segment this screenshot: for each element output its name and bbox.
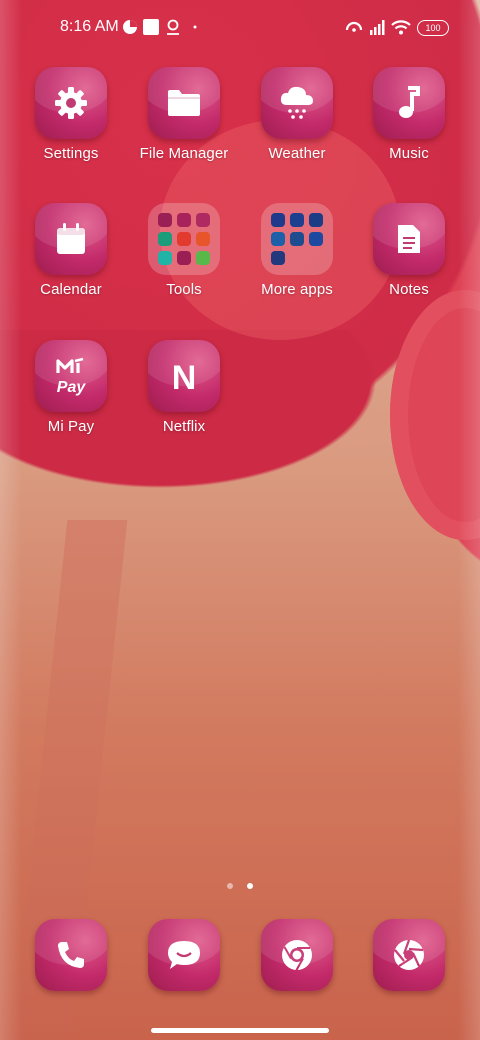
phone-icon (58, 942, 84, 968)
more-dot-icon (193, 25, 197, 29)
tools-folder-preview[interactable] (148, 203, 220, 275)
svg-text:N: N (172, 359, 197, 394)
calendar-tile[interactable] (35, 203, 107, 275)
app-label: Weather (268, 145, 326, 162)
chrome-tile[interactable] (261, 919, 333, 991)
settings-tile[interactable] (35, 67, 107, 139)
screen-recorder-mini-icon (196, 232, 210, 246)
signal-icon (370, 20, 385, 35)
netflix-tile[interactable]: N (148, 340, 220, 412)
dock-chrome[interactable] (242, 919, 352, 991)
app-notes[interactable]: Notes (354, 203, 464, 298)
app-label: Netflix (162, 418, 206, 435)
dock-messages[interactable] (129, 919, 239, 991)
document-icon (398, 225, 420, 253)
calculator-mini-icon (177, 213, 191, 227)
app-netflix[interactable]: N Netflix (129, 340, 239, 435)
more-apps-folder-preview[interactable] (261, 203, 333, 275)
page-dot-active[interactable] (247, 883, 254, 889)
app-label: Notes (389, 281, 429, 298)
dock-phone[interactable] (16, 919, 126, 991)
cloud-snow-icon (280, 86, 313, 119)
app-mini-icon (271, 251, 285, 265)
phone-tile[interactable] (35, 919, 107, 991)
camera-tile[interactable] (373, 919, 445, 991)
folder-icon (168, 90, 200, 116)
status-bar: 8:16 AM 100 (0, 0, 480, 56)
notes-tile[interactable] (373, 203, 445, 275)
app-calendar[interactable]: Calendar (16, 203, 126, 298)
folder-label: More apps (261, 281, 333, 298)
app-mini-icon (309, 213, 323, 227)
contacts-mini-icon (158, 213, 172, 227)
page-indicator (0, 876, 480, 894)
app-mini-icon (271, 213, 285, 227)
app-label: Music (389, 145, 429, 162)
hotspot-icon (345, 21, 363, 32)
app-weather[interactable]: Weather (242, 67, 352, 162)
chat-bubble-icon (168, 941, 200, 969)
calendar-icon (57, 223, 85, 254)
folder-label: Tools (166, 281, 202, 298)
messages-tile[interactable] (148, 919, 220, 991)
mi-pay-icon: Pay (56, 357, 87, 396)
app-label: Calendar (40, 281, 102, 298)
messenger-mini-icon (309, 232, 323, 246)
app-mi-pay[interactable]: Pay Mi Pay (16, 340, 126, 435)
app-settings[interactable]: Settings (16, 67, 126, 162)
chrome-icon (282, 940, 312, 971)
notification-square-icon (143, 19, 159, 35)
music-tile[interactable] (373, 67, 445, 139)
camera-aperture-icon (394, 939, 424, 970)
wifi-icon (391, 20, 411, 35)
music-note-icon (399, 86, 420, 118)
recorder-mini-icon (177, 232, 191, 246)
cleaner-mini-icon (196, 251, 210, 265)
app-file-manager[interactable]: File Manager (129, 67, 239, 162)
mi-pay-tile[interactable]: Pay (35, 340, 107, 412)
svg-text:Pay: Pay (57, 379, 87, 396)
compass-mini-icon (158, 232, 172, 246)
app-music[interactable]: Music (354, 67, 464, 162)
dock-camera[interactable] (354, 919, 464, 991)
app-label: File Manager (139, 145, 229, 162)
data-saver-icon (123, 20, 137, 34)
battery-indicator: 100 (417, 20, 449, 36)
home-gesture-bar[interactable] (151, 1028, 329, 1033)
weather-tile[interactable] (261, 67, 333, 139)
scanner-mini-icon (158, 251, 172, 265)
gallery-mini-icon (290, 232, 304, 246)
app-label: Settings (43, 145, 99, 162)
file-manager-tile[interactable] (148, 67, 220, 139)
netflix-n-icon: N (172, 359, 197, 394)
folder-more-apps[interactable]: More apps (242, 203, 352, 298)
gear-icon (55, 87, 87, 119)
page-dot[interactable] (226, 883, 233, 889)
folder-tools[interactable]: Tools (129, 203, 239, 298)
clock-mini-icon (196, 213, 210, 227)
linkedin-mini-icon (271, 232, 285, 246)
facebook-mini-icon (290, 213, 304, 227)
link-mini-icon (177, 251, 191, 265)
status-time: 8:16 AM (60, 18, 119, 35)
location-pin-icon (167, 19, 179, 35)
app-label: Mi Pay (47, 418, 95, 435)
